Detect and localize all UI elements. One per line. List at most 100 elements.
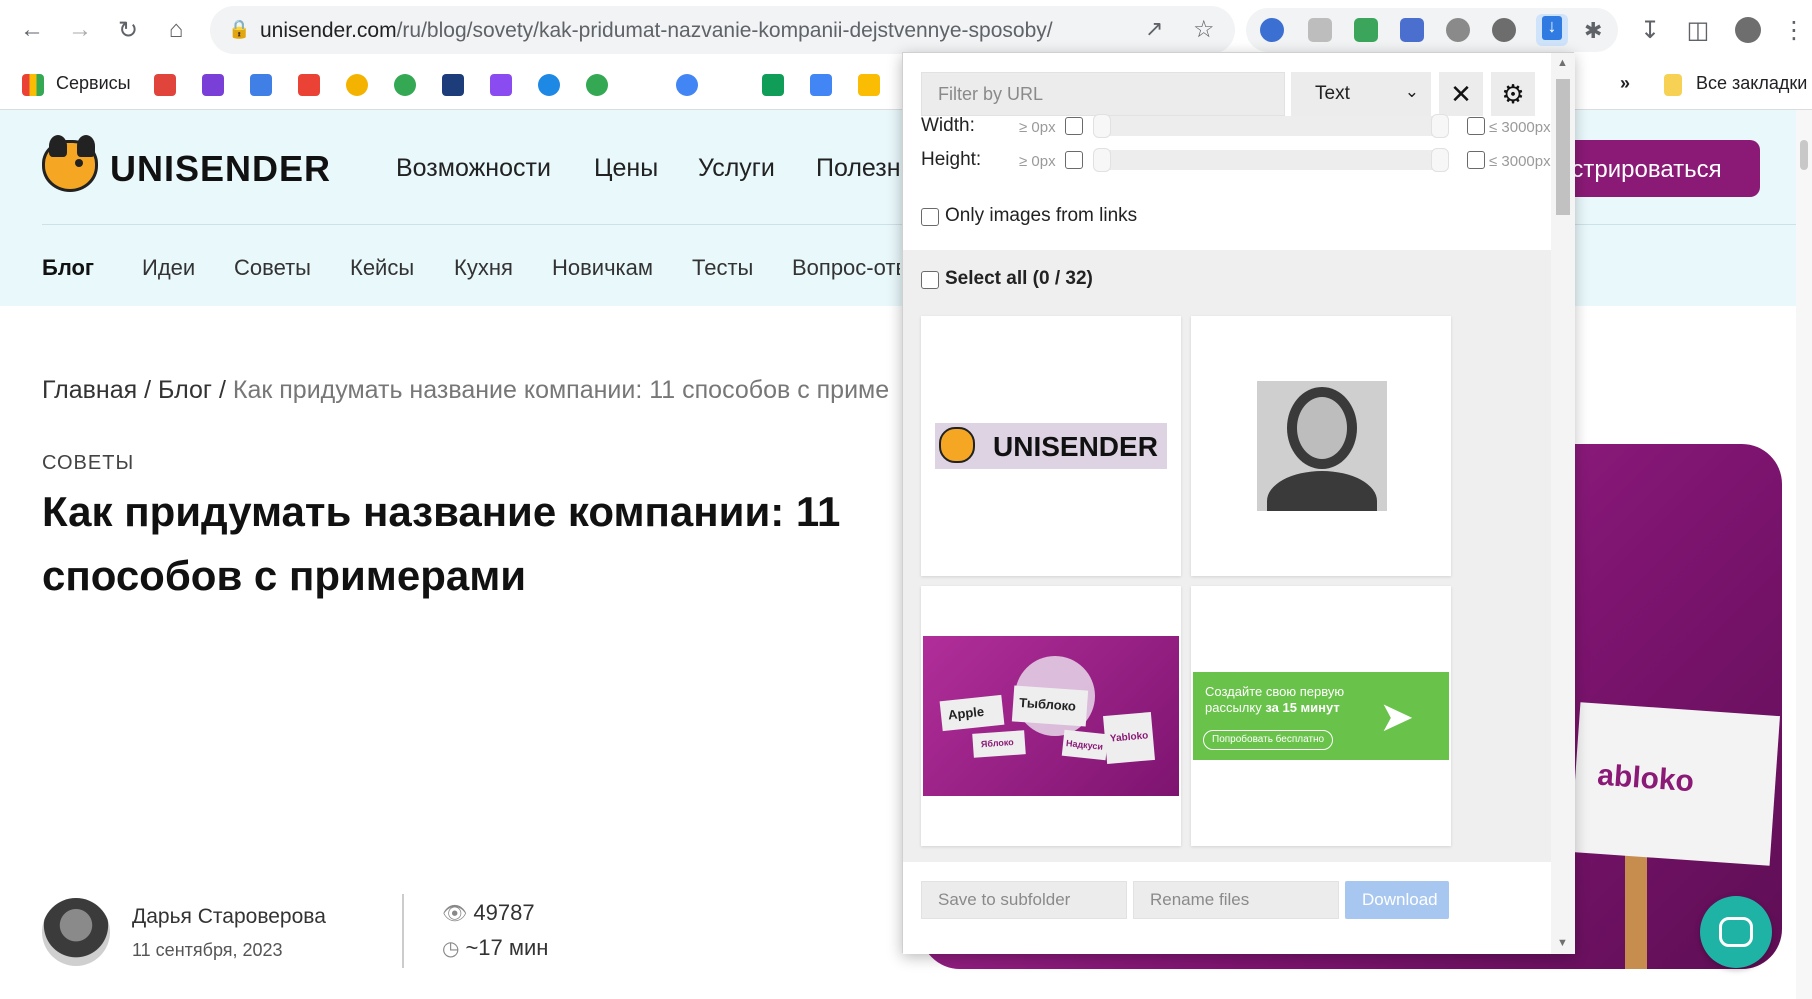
extensions-area: ↓ ✱ — [1246, 8, 1618, 52]
bookmark-icon[interactable] — [490, 74, 512, 96]
bookmark-icon[interactable] — [250, 74, 272, 96]
page-scrollbar[interactable] — [1796, 110, 1812, 999]
bookmark-icon[interactable] — [298, 74, 320, 96]
settings-gear-icon[interactable]: ⚙ — [1491, 72, 1535, 116]
extension-icon[interactable] — [1492, 18, 1516, 42]
nav-services[interactable]: Услуги — [698, 154, 775, 183]
bookmark-icon[interactable] — [394, 74, 416, 96]
breadcrumb: Главная / Блог / Как придумать название … — [42, 376, 889, 405]
promo-try-button: Попробовать бесплатно — [1203, 730, 1334, 750]
author-name[interactable]: Дарья Староверова — [132, 905, 326, 929]
height-min-label: ≥ 0px — [1019, 153, 1056, 170]
download-button[interactable]: Download — [1345, 881, 1449, 919]
subnav-ideas[interactable]: Идеи — [142, 255, 195, 281]
gmail-icon[interactable] — [154, 74, 176, 96]
height-slider[interactable] — [1093, 150, 1449, 170]
filter-type-select[interactable]: Text ⌄ — [1291, 72, 1431, 116]
share-icon[interactable]: ↗ — [1145, 16, 1163, 42]
popup-scrollbar[interactable]: ▲ ▼ — [1551, 53, 1575, 954]
width-min-label: ≥ 0px — [1019, 119, 1056, 136]
extension-icon[interactable] — [1354, 18, 1378, 42]
subnav-blog[interactable]: Блог — [42, 255, 94, 281]
address-bar[interactable]: 🔒 unisender.com/ru/blog/sovety/kak-pridu… — [210, 6, 1235, 54]
sidepanel-icon[interactable]: ◫ — [1680, 12, 1716, 48]
scrollbar-thumb[interactable] — [1556, 79, 1570, 215]
star-icon[interactable]: ☆ — [1193, 15, 1215, 44]
google-docs-icon[interactable] — [810, 74, 832, 96]
breadcrumb-home[interactable]: Главная — [42, 376, 137, 404]
bookmark-icon[interactable] — [676, 74, 698, 96]
author-avatar[interactable] — [42, 898, 110, 966]
url-text[interactable]: unisender.com/ru/blog/sovety/kak-priduma… — [260, 19, 1053, 43]
scroll-down-icon[interactable]: ▼ — [1557, 937, 1568, 949]
puzzle-icon[interactable]: ✱ — [1584, 18, 1608, 43]
nav-prices[interactable]: Цены — [594, 154, 658, 183]
home-icon[interactable]: ⌂ — [158, 12, 194, 48]
extension-icon[interactable] — [1260, 18, 1284, 42]
subnav-qa[interactable]: Вопрос-отв — [792, 255, 900, 281]
width-slider[interactable] — [1093, 116, 1449, 136]
forward-icon[interactable]: → — [62, 12, 98, 48]
apps-grid-icon[interactable] — [22, 74, 44, 96]
bookmark-services[interactable]: Сервисы — [56, 73, 131, 94]
subnav-tests[interactable]: Тесты — [692, 255, 753, 281]
back-icon[interactable]: ← — [14, 12, 50, 48]
download-icon[interactable]: ↧ — [1632, 12, 1668, 48]
subnav-tips[interactable]: Советы — [234, 255, 311, 281]
menu-icon[interactable]: ⋮ — [1776, 12, 1812, 48]
subnav-kitchen[interactable]: Кухня — [454, 255, 513, 281]
image-card-logo[interactable]: UNISENDER — [921, 316, 1181, 576]
image-card-apple[interactable]: Apple Тыблоко Яблоко Надкуси Yabloko — [921, 586, 1181, 846]
bookmark-icon[interactable] — [202, 74, 224, 96]
sign-nadkus: Надкуси — [1061, 729, 1109, 761]
google-drive-icon[interactable] — [762, 74, 784, 96]
width-max-checkbox[interactable] — [1467, 117, 1485, 135]
height-min-handle[interactable] — [1093, 148, 1111, 172]
bookmark-icon[interactable] — [586, 74, 608, 96]
reload-icon[interactable]: ↻ — [110, 12, 146, 48]
height-max-handle[interactable] — [1431, 148, 1449, 172]
subfolder-input[interactable]: Save to subfolder — [921, 881, 1127, 919]
bookmark-icon[interactable] — [538, 74, 560, 96]
bookmark-icon[interactable] — [858, 74, 880, 96]
height-label: Height: — [921, 149, 982, 170]
width-min-checkbox[interactable] — [1065, 117, 1083, 135]
unisender-dog-logo-icon[interactable] — [42, 135, 98, 192]
profile-avatar-icon[interactable] — [1730, 12, 1766, 48]
only-links-checkbox[interactable] — [921, 208, 939, 226]
paper-plane-icon: ➤ — [1379, 693, 1415, 740]
nav-useful[interactable]: Полезно — [816, 154, 900, 183]
image-card-portrait[interactable] — [1191, 316, 1451, 576]
close-icon[interactable]: ✕ — [1439, 72, 1483, 116]
breadcrumb-blog[interactable]: Блог — [158, 376, 212, 404]
all-bookmarks[interactable]: Все закладки — [1696, 73, 1807, 94]
bookmarks-overflow-icon[interactable]: » — [1620, 73, 1630, 94]
image-downloader-icon[interactable]: ↓ — [1536, 14, 1568, 46]
width-max-handle[interactable] — [1431, 114, 1449, 138]
site-logo[interactable]: UNISENDER — [110, 148, 331, 190]
subnav-beginners[interactable]: Новичкам — [552, 255, 653, 281]
extension-icon[interactable] — [1308, 18, 1332, 42]
subnav-cases[interactable]: Кейсы — [350, 255, 414, 281]
image-card-promo[interactable]: Создайте свою первую рассылку за 15 мину… — [1191, 586, 1451, 846]
bookmark-icon[interactable] — [442, 74, 464, 96]
bookmark-icon[interactable] — [346, 74, 368, 96]
filter-url-input[interactable]: Filter by URL — [921, 72, 1285, 116]
sign-yabloko-ru: Яблоко — [972, 730, 1026, 758]
height-max-checkbox[interactable] — [1467, 151, 1485, 169]
select-all-label[interactable]: Select all (0 / 32) — [945, 268, 1093, 290]
browser-toolbar: ← → ↻ ⌂ 🔒 unisender.com/ru/blog/sovety/k… — [0, 0, 1812, 60]
nav-features[interactable]: Возможности — [396, 154, 551, 183]
width-min-handle[interactable] — [1093, 114, 1111, 138]
height-min-checkbox[interactable] — [1065, 151, 1083, 169]
extension-icon[interactable] — [1446, 18, 1470, 42]
only-links-label[interactable]: Only images from links — [945, 205, 1137, 227]
extension-icon[interactable] — [1400, 18, 1424, 42]
rename-input[interactable]: Rename files — [1133, 881, 1339, 919]
sign-tybloko: Тыблоко — [1011, 685, 1089, 727]
article-category[interactable]: СОВЕТЫ — [42, 452, 134, 475]
chat-button[interactable] — [1700, 896, 1772, 968]
page-scrollbar-thumb[interactable] — [1800, 140, 1808, 170]
scroll-up-icon[interactable]: ▲ — [1557, 57, 1568, 69]
select-all-checkbox[interactable] — [921, 271, 939, 289]
